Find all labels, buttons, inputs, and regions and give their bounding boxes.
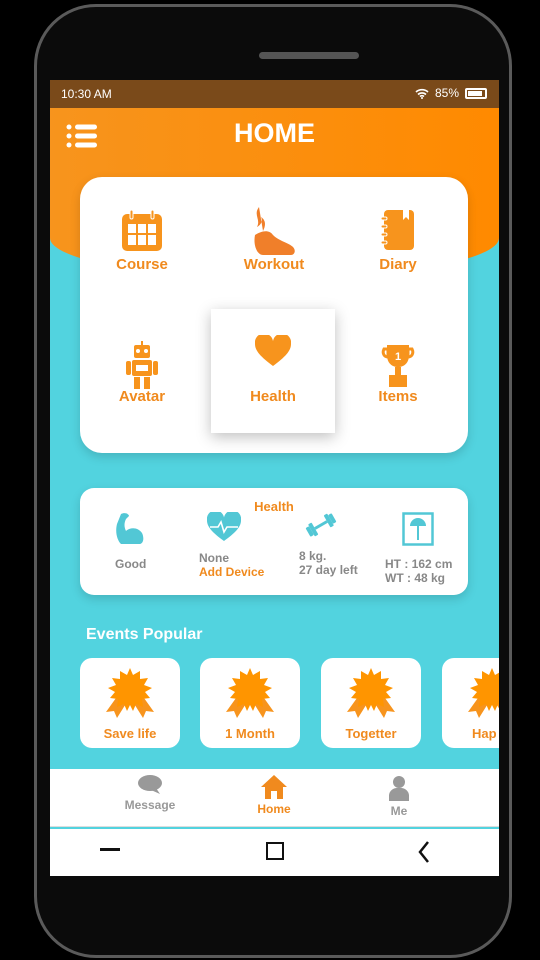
health-summary-card[interactable]: Health Good None Add Device 8 kg. 27 day… <box>80 488 468 595</box>
menu-item-label: Health <box>250 388 296 405</box>
health-item-heart: None Add Device <box>199 510 264 579</box>
bottom-tab-bar: Message Home Me <box>50 769 499 827</box>
home-icon <box>261 775 287 799</box>
status-bar: 10:30 AM 85% <box>50 80 499 108</box>
event-card[interactable]: Hap <box>442 658 499 748</box>
heart-rate-icon <box>206 510 242 541</box>
trophy-icon: 1 <box>381 345 415 387</box>
menu-item-course[interactable]: Course <box>80 177 204 301</box>
tab-home[interactable]: Home <box>250 775 298 816</box>
tab-me[interactable]: Me <box>384 775 414 818</box>
award-ribbon-icon <box>106 668 154 718</box>
heart-icon <box>255 335 291 366</box>
back-icon[interactable] <box>418 840 430 864</box>
menu-grid-card: Course Workout Diary Avatar Health 1 Ite… <box>80 177 468 453</box>
menu-item-label: Workout <box>243 256 305 273</box>
award-ribbon-icon <box>468 668 499 718</box>
menu-item-workout[interactable]: Workout <box>212 177 336 301</box>
award-ribbon-icon <box>226 668 274 718</box>
health-item-text: WT : 48 kg <box>385 571 446 585</box>
health-item-text: HT : 162 cm <box>385 557 453 571</box>
system-nav-bar <box>50 829 499 876</box>
screen: 10:30 AM 85% HOME Course Workout Diary A… <box>50 80 499 876</box>
event-label: Togetter <box>345 726 397 741</box>
person-icon <box>389 776 409 801</box>
menu-item-label: Avatar <box>118 388 166 405</box>
tab-message[interactable]: Message <box>122 775 178 812</box>
health-item-text: 8 kg. <box>299 549 327 563</box>
menu-item-diary[interactable]: Diary <box>336 177 460 301</box>
speaker <box>259 52 359 59</box>
event-card[interactable]: Togetter <box>321 658 421 748</box>
tab-label: Message <box>124 798 176 812</box>
dumbbell-icon <box>305 513 337 537</box>
menu-item-avatar[interactable]: Avatar <box>80 309 204 433</box>
menu-item-health[interactable]: Health <box>211 309 335 433</box>
robot-icon <box>126 341 158 389</box>
wifi-icon <box>415 88 429 99</box>
muscle-arm-icon <box>116 513 144 544</box>
chat-bubble-icon <box>138 775 162 794</box>
health-item-weight-goal: 8 kg. 27 day left <box>299 512 358 577</box>
shoe-icon <box>254 207 295 255</box>
health-item-text: None <box>199 551 229 565</box>
event-card[interactable]: 1 Month <box>200 658 300 748</box>
event-label: 1 Month <box>225 726 275 741</box>
calendar-icon <box>122 209 162 251</box>
home-button[interactable] <box>266 842 284 860</box>
menu-item-label: Items <box>378 388 418 405</box>
page-title: HOME <box>234 118 315 148</box>
event-label: Hap <box>472 726 497 741</box>
recent-apps-button[interactable] <box>100 848 120 851</box>
svg-text:1: 1 <box>395 351 401 363</box>
tab-label: Me <box>390 804 408 818</box>
health-item-strength: Good <box>115 512 146 571</box>
health-item-text: 27 day left <box>299 563 358 577</box>
menu-item-items[interactable]: 1 Items <box>336 309 460 433</box>
health-item-text: Good <box>115 557 147 571</box>
event-card[interactable]: Save life <box>80 658 180 748</box>
status-time: 10:30 AM <box>61 87 112 101</box>
menu-item-label: Diary <box>379 256 417 273</box>
add-device-link[interactable]: Add Device <box>199 565 264 579</box>
health-item-body: HT : 162 cm WT : 48 kg <box>385 512 452 585</box>
notebook-icon <box>381 210 414 250</box>
battery-icon <box>465 87 487 99</box>
event-label: Save life <box>103 726 157 741</box>
battery-percent: 85% <box>434 86 459 100</box>
award-ribbon-icon <box>347 668 395 718</box>
scale-icon <box>402 512 434 546</box>
menu-item-label: Course <box>116 256 168 273</box>
tab-label: Home <box>257 802 291 816</box>
events-title: Events Popular <box>86 626 203 643</box>
